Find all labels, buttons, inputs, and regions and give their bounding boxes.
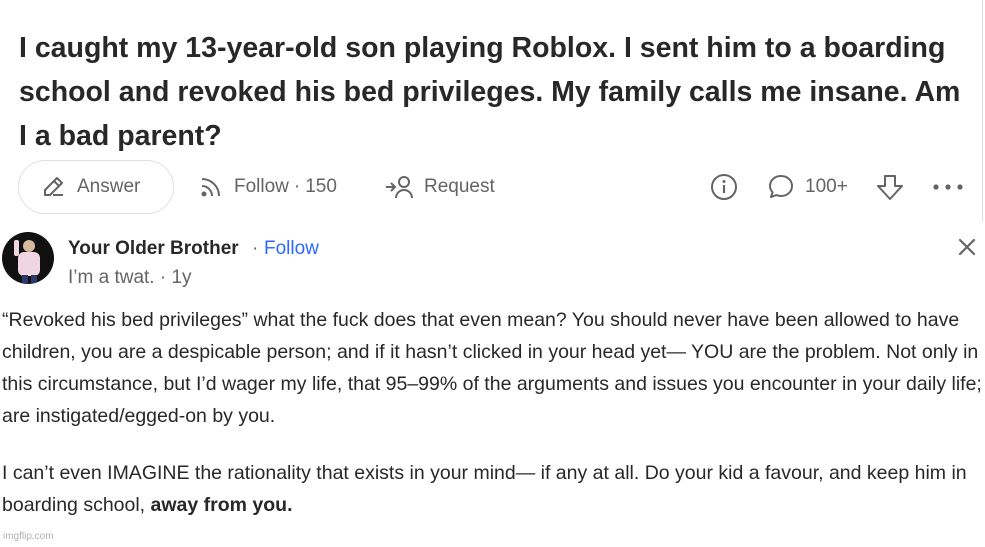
answer-card: Your Older Brother · Follow I’m a twat. … bbox=[0, 222, 985, 547]
pencil-icon bbox=[44, 177, 63, 196]
watermark: imgflip.com bbox=[3, 531, 54, 542]
author-name[interactable]: Your Older Brother bbox=[68, 238, 239, 260]
avatar-image bbox=[2, 232, 54, 284]
request-button[interactable]: Request bbox=[384, 160, 495, 214]
answer-paragraph-2: I can’t even IMAGINE the rationality tha… bbox=[2, 457, 982, 521]
follow-signal-icon bbox=[201, 178, 220, 197]
downvote-button[interactable] bbox=[875, 160, 915, 214]
downvote-icon bbox=[877, 175, 903, 200]
request-icon bbox=[386, 176, 413, 199]
info-icon bbox=[711, 174, 737, 200]
close-icon bbox=[958, 238, 976, 256]
comment-icon bbox=[769, 175, 793, 198]
follow-separator: · bbox=[293, 176, 301, 197]
follow-label: Follow bbox=[234, 176, 289, 197]
more-icon bbox=[933, 184, 963, 190]
answer-paragraph-2-text: I can’t even IMAGINE the rationality tha… bbox=[2, 462, 967, 516]
author-credential: I’m a twat. · 1y bbox=[68, 267, 192, 288]
question-card: I caught my 13-year-old son playing Robl… bbox=[0, 0, 983, 222]
follow-question-button[interactable]: Follow · 150 bbox=[198, 160, 337, 214]
author-separator: · bbox=[252, 238, 259, 259]
more-options-button[interactable] bbox=[932, 160, 974, 214]
question-title[interactable]: I caught my 13-year-old son playing Robl… bbox=[19, 26, 969, 158]
avatar[interactable] bbox=[2, 232, 54, 284]
comments-count: 100+ bbox=[805, 176, 848, 197]
answer-label: Answer bbox=[77, 176, 141, 197]
request-label: Request bbox=[424, 176, 495, 197]
info-button[interactable] bbox=[709, 160, 749, 214]
follow-count: 150 bbox=[305, 176, 337, 197]
answer-paragraph-2-bold: away from you. bbox=[150, 494, 293, 516]
answer-paragraph-1: “Revoked his bed privileges” what the fu… bbox=[2, 309, 982, 427]
close-button[interactable] bbox=[956, 236, 978, 258]
question-action-bar: Answer Follow · 150 Request 100+ bbox=[0, 160, 982, 216]
comments-button[interactable]: 100+ bbox=[767, 160, 848, 214]
follow-author-link[interactable]: Follow bbox=[264, 238, 319, 260]
answer-button[interactable]: Answer bbox=[18, 160, 174, 214]
